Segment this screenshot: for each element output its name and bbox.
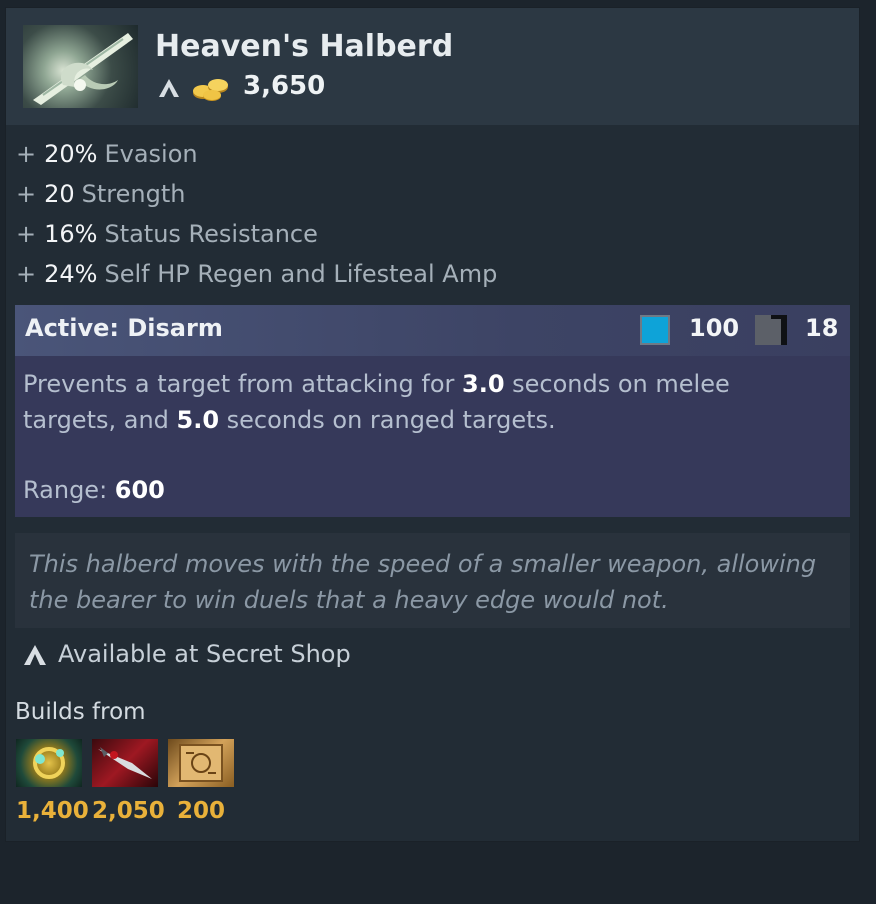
cooldown-icon: [755, 315, 787, 345]
attribute-value: 16%: [44, 220, 98, 248]
availability-text: Available at Secret Shop: [58, 640, 351, 668]
ability-panel: Active: Disarm 100 18 Prevents a target …: [15, 305, 850, 517]
plus-sign: +: [16, 220, 37, 248]
item-name: Heaven's Halberd: [155, 29, 454, 64]
range-label: Range:: [23, 476, 115, 504]
gold-coins-icon: [193, 79, 228, 101]
builds-from-label: Builds from: [15, 699, 146, 725]
ability-range: Range: 600: [23, 474, 165, 506]
plus-sign: +: [16, 140, 37, 168]
cooldown-value: 18: [805, 314, 839, 342]
attribute-value: 20%: [44, 140, 98, 168]
secret-shop-icon: [159, 79, 179, 97]
attribute-row: +20% Evasion: [16, 134, 497, 174]
recipe-scroll-icon[interactable]: [168, 739, 234, 787]
attribute-row: +16% Status Resistance: [16, 214, 497, 254]
desc-text: seconds on ranged targets.: [219, 406, 556, 434]
talisman-of-evasion-icon[interactable]: [16, 739, 82, 787]
component-cost: 200: [177, 798, 226, 824]
attribute-row: +24% Self HP Regen and Lifesteal Amp: [16, 254, 497, 294]
ability-header: Active: Disarm 100 18: [15, 305, 850, 356]
ranged-duration: 5.0: [176, 406, 220, 434]
attribute-label: Self HP Regen and Lifesteal Amp: [104, 260, 498, 288]
attribute-label: Status Resistance: [104, 220, 318, 248]
heavens-halberd-icon: [23, 25, 138, 108]
attribute-label: Strength: [81, 180, 186, 208]
desc-text: Prevents a target from attacking for: [23, 370, 462, 398]
component-cost: 1,400: [16, 798, 89, 824]
attribute-row: +20 Strength: [16, 174, 497, 214]
attribute-list: +20% Evasion +20 Strength +16% Status Resis…: [16, 134, 497, 294]
plus-sign: +: [16, 260, 37, 288]
secret-shop-icon: [24, 645, 46, 665]
lore-box: This halberd moves with the speed of a s…: [15, 533, 850, 628]
ability-description: Prevents a target from attacking for 3.0…: [23, 366, 823, 438]
item-cost: 3,650: [243, 71, 326, 101]
attribute-value: 20: [44, 180, 75, 208]
component-cost: 2,050: [92, 798, 165, 824]
attribute-value: 24%: [44, 260, 98, 288]
ability-title: Active: Disarm: [25, 314, 223, 342]
tooltip-header: Heaven's Halberd 3,650: [6, 8, 859, 125]
item-tooltip: Heaven's Halberd 3,650 +20% Evasion +20 St…: [6, 8, 859, 841]
lore-text: This halberd moves with the speed of a s…: [29, 550, 817, 614]
sange-icon[interactable]: [92, 739, 158, 787]
mana-cost-value: 100: [689, 314, 740, 342]
range-value: 600: [114, 476, 165, 504]
attribute-label: Evasion: [104, 140, 198, 168]
melee-duration: 3.0: [462, 370, 505, 398]
mana-cost-icon: [640, 315, 670, 345]
plus-sign: +: [16, 180, 37, 208]
